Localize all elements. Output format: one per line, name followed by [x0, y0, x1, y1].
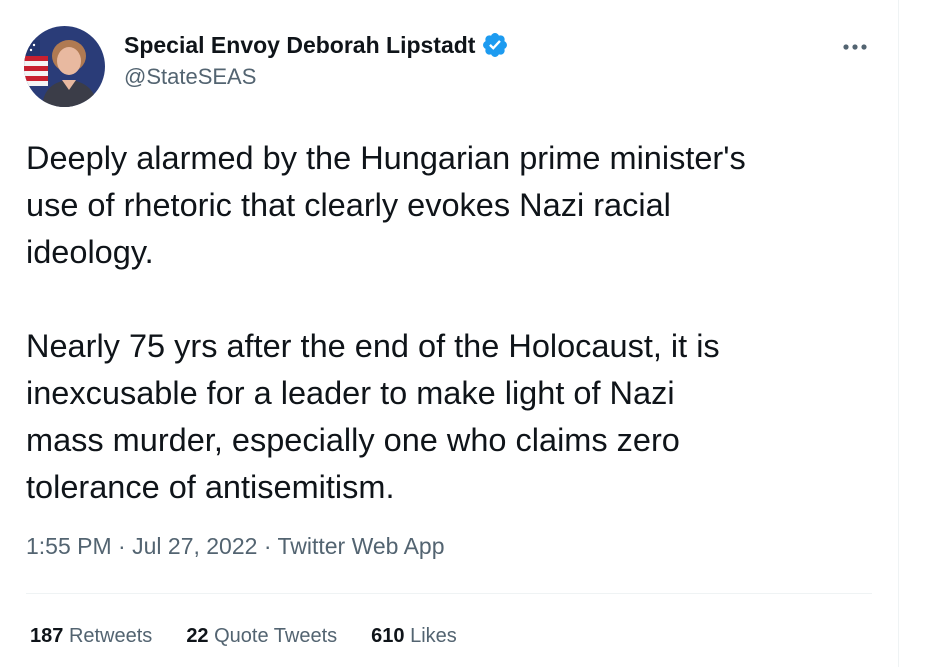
verified-badge-icon: [481, 31, 509, 59]
retweets-label: Retweets: [68, 625, 153, 647]
tweet-text: Deeply alarmed by the Hungarian prime mi…: [26, 135, 886, 511]
likes-stat[interactable]: 610 Likes: [371, 625, 457, 648]
tweet: Special Envoy Deborah Lipstadt @StateSEA…: [0, 0, 898, 667]
tweet-meta: 1:55 PM · Jul 27, 2022 · Twitter Web App: [26, 533, 445, 560]
divider: [26, 593, 872, 594]
display-name[interactable]: Special Envoy Deborah Lipstadt: [124, 32, 475, 59]
more-options-button[interactable]: [838, 34, 872, 60]
column-border: [898, 0, 899, 667]
tweet-line: inexcusable for a leader to make light o…: [26, 375, 675, 411]
likes-label: Likes: [410, 625, 457, 647]
tweet-stats: 187 Retweets 22 Quote Tweets 610 Likes: [30, 625, 491, 648]
more-options-icon: [842, 38, 868, 56]
retweets-stat[interactable]: 187 Retweets: [30, 625, 152, 648]
tweet-line: tolerance of antisemitism.: [26, 469, 395, 505]
tweet-time[interactable]: 1:55 PM: [26, 533, 112, 559]
avatar[interactable]: [24, 26, 105, 107]
author-handle[interactable]: @StateSEAS: [124, 64, 509, 90]
tweet-line: ideology.: [26, 234, 154, 270]
retweets-count: 187: [30, 625, 64, 647]
likes-count: 610: [371, 625, 405, 647]
tweet-line: Deeply alarmed by the Hungarian prime mi…: [26, 140, 746, 176]
meta-separator: ·: [118, 533, 133, 559]
quote-tweets-label: Quote Tweets: [214, 625, 338, 647]
tweet-line: mass murder, especially one who claims z…: [26, 422, 680, 458]
tweet-line: Nearly 75 yrs after the end of the Holoc…: [26, 328, 720, 364]
tweet-source[interactable]: Twitter Web App: [277, 533, 444, 559]
quote-tweets-count: 22: [186, 625, 209, 647]
author-info: Special Envoy Deborah Lipstadt @StateSEA…: [124, 30, 509, 90]
tweet-line: use of rhetoric that clearly evokes Nazi…: [26, 187, 671, 223]
tweet-date[interactable]: Jul 27, 2022: [132, 533, 257, 559]
meta-separator: ·: [263, 533, 278, 559]
paragraph-break: [26, 276, 886, 323]
quote-tweets-stat[interactable]: 22 Quote Tweets: [186, 625, 337, 648]
